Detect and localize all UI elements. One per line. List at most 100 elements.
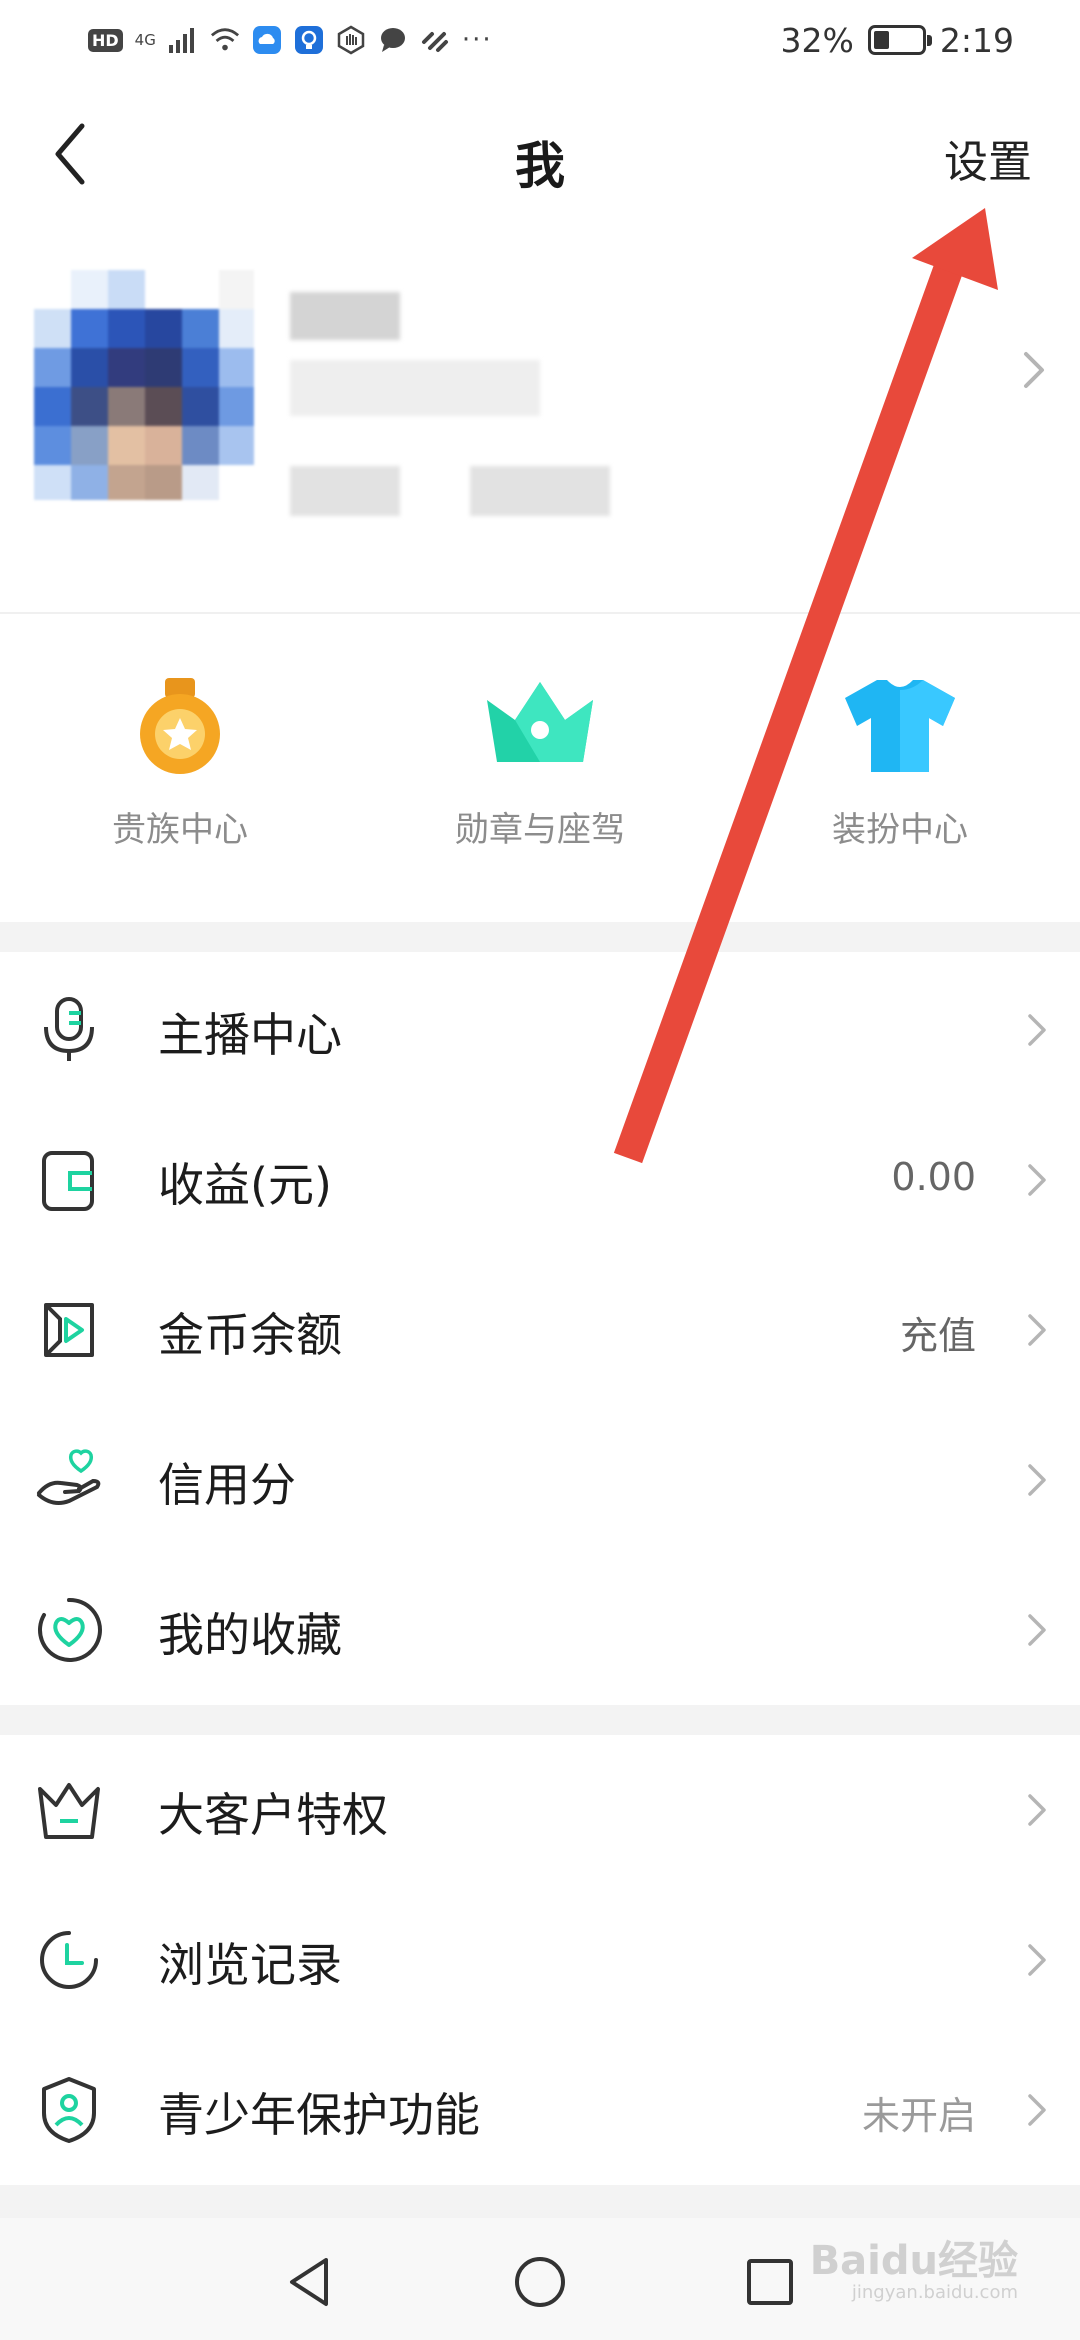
avatar-pixel xyxy=(219,426,254,465)
menu-item-earnings[interactable]: 收益(元) 0.00 xyxy=(0,1105,1080,1255)
earnings-value: 0.00 xyxy=(891,1155,976,1199)
crown-icon xyxy=(487,682,593,762)
menu-item-credit-score[interactable]: 信用分 xyxy=(0,1405,1080,1555)
cloud-app-icon xyxy=(252,25,282,55)
follow-blur xyxy=(290,466,400,516)
menu-item-label: 大客户特权 xyxy=(158,1788,388,1842)
chat-app-icon xyxy=(378,25,408,55)
shield-user-icon xyxy=(42,2077,96,2143)
avatar-pixel xyxy=(71,348,108,387)
avatar-pixel xyxy=(34,426,71,465)
avatar-pixel xyxy=(145,270,182,309)
avatar-pixel xyxy=(182,465,219,500)
menu-item-youth-protection[interactable]: 青少年保护功能 未开启 xyxy=(0,2035,1080,2185)
menu-item-label: 青少年保护功能 xyxy=(158,2088,480,2142)
settings-button[interactable]: 设置 xyxy=(944,126,1032,190)
coin-play-icon xyxy=(44,1303,94,1357)
avatar-pixel xyxy=(71,387,108,426)
avatar-pixel xyxy=(108,270,145,309)
avatar-pixel xyxy=(219,465,254,500)
avatar-pixel xyxy=(34,387,71,426)
quick-entry-noble-center[interactable]: 贵族中心 xyxy=(30,660,330,851)
avatar-pixel xyxy=(182,348,219,387)
avatar-pixel xyxy=(145,348,182,387)
nav-bar: 我 设置 xyxy=(0,90,1080,230)
heart-circle-icon xyxy=(38,1597,102,1662)
quick-entry-label: 装扮中心 xyxy=(832,810,968,850)
fans-blur xyxy=(470,466,610,516)
chevron-right-icon xyxy=(1028,1164,1046,1196)
profile-header[interactable] xyxy=(0,230,1080,610)
menu-group-primary: 主播中心 收益(元) 0.00 金币余额 充值 信用分 我的收藏 xyxy=(0,955,1080,1705)
section-gap xyxy=(0,922,1080,952)
baidu-watermark-url: jingyan.baidu.com xyxy=(851,2282,1018,2303)
avatar-pixel xyxy=(219,387,254,426)
clock-icon xyxy=(40,1931,98,1989)
status-icons-left: HD 4G ··· xyxy=(88,20,493,60)
section-gap xyxy=(0,1705,1080,1735)
microphone-icon xyxy=(44,997,94,1061)
tshirt-icon xyxy=(845,680,955,772)
menu-item-browse-history[interactable]: 浏览记录 xyxy=(0,1885,1080,2035)
avatar-pixel xyxy=(182,270,219,309)
avatar-pixel xyxy=(71,270,108,309)
crown-outline-icon xyxy=(38,1783,100,1839)
chevron-right-icon xyxy=(1028,1614,1046,1646)
chevron-right-icon xyxy=(1028,2094,1046,2126)
avatar-pixel xyxy=(34,309,71,348)
avatar-pixel xyxy=(145,426,182,465)
square-recent-icon[interactable] xyxy=(740,2252,800,2312)
avatar-pixel xyxy=(108,465,145,500)
user-info-blur xyxy=(290,360,540,416)
profile-divider xyxy=(0,612,1080,614)
profile-chevron-icon xyxy=(1020,340,1050,400)
circle-home-icon[interactable] xyxy=(510,2252,570,2312)
hand-heart-icon xyxy=(37,1449,101,1505)
quick-entry-label: 贵族中心 xyxy=(112,810,248,850)
network-type: 4G xyxy=(134,30,156,49)
medal-star-icon xyxy=(140,678,220,774)
menu-item-vip-privileges[interactable]: 大客户特权 xyxy=(0,1735,1080,1885)
menu-item-label: 主播中心 xyxy=(158,1008,342,1062)
menu-item-my-favorites[interactable]: 我的收藏 xyxy=(0,1555,1080,1705)
chevron-right-icon xyxy=(1028,1944,1046,1976)
avatar-pixel xyxy=(108,426,145,465)
avatar-pixel xyxy=(182,426,219,465)
wallet-icon xyxy=(42,1151,94,1211)
recharge-link[interactable]: 充值 xyxy=(900,1305,976,1360)
battery-percent: 32% xyxy=(780,20,854,60)
wifi-icon xyxy=(210,25,240,55)
chevron-right-icon xyxy=(1028,1314,1046,1346)
menu-item-label: 浏览记录 xyxy=(158,1938,342,1992)
avatar-pixel xyxy=(71,426,108,465)
username-blur xyxy=(290,292,400,340)
menu-group-secondary: 大客户特权 浏览记录 青少年保护功能 未开启 xyxy=(0,1735,1080,2185)
avatar-pixel xyxy=(71,309,108,348)
avatar[interactable] xyxy=(34,270,254,500)
status-icons-right: 32% 2:19 xyxy=(781,20,1014,60)
menu-item-label: 我的收藏 xyxy=(158,1608,342,1662)
system-navigation-bar: Baidu经验 jingyan.baidu.com xyxy=(0,2218,1080,2340)
quick-entry-badges-mounts[interactable]: 勋章与座驾 xyxy=(390,660,690,851)
hd-badge: HD xyxy=(88,28,123,52)
avatar-pixel xyxy=(71,465,108,500)
triangle-back-icon[interactable] xyxy=(280,2252,340,2312)
quick-entries: 贵族中心 勋章与座驾 装扮中心 xyxy=(0,660,1080,860)
menu-item-coin-balance[interactable]: 金币余额 充值 xyxy=(0,1255,1080,1405)
avatar-pixel xyxy=(34,348,71,387)
quick-entry-dressup-center[interactable]: 装扮中心 xyxy=(750,660,1050,851)
link-app-icon xyxy=(420,25,450,55)
quick-entry-label: 勋章与座驾 xyxy=(455,810,625,850)
more-notifications: ··· xyxy=(461,25,493,55)
menu-item-anchor-center[interactable]: 主播中心 xyxy=(0,955,1080,1105)
avatar-pixel xyxy=(108,387,145,426)
chevron-right-icon xyxy=(1028,1794,1046,1826)
section-gap xyxy=(0,2185,1080,2218)
youth-protection-status: 未开启 xyxy=(861,2094,976,2138)
avatar-pixel xyxy=(145,387,182,426)
baidu-watermark: Baidu经验 xyxy=(809,2238,1018,2284)
chevron-right-icon xyxy=(1028,1464,1046,1496)
clock: 2:19 xyxy=(939,20,1014,60)
avatar-pixel xyxy=(182,387,219,426)
menu-item-label: 收益(元) xyxy=(158,1158,332,1212)
